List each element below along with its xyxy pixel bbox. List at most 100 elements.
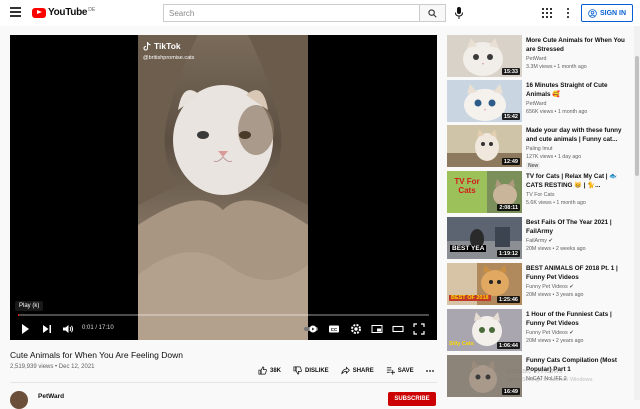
video-stats: 2,519,939 views • Dec 12, 2021 bbox=[10, 364, 95, 370]
sign-in-button[interactable]: SIGN IN bbox=[581, 4, 633, 22]
save-label: SAVE bbox=[398, 368, 414, 374]
recommendation-channel[interactable]: Paling Imut bbox=[526, 146, 553, 152]
recommendation-channel[interactable]: TV For Cats bbox=[526, 192, 555, 198]
video-thumbnail[interactable]: TV For Cats 2:08:11 bbox=[447, 171, 522, 213]
video-duration: 1:19:12 bbox=[497, 250, 520, 257]
logo-text: YouTube bbox=[48, 7, 87, 18]
play-icon[interactable] bbox=[20, 323, 30, 335]
verified-icon: ✔ bbox=[548, 238, 552, 244]
more-actions-icon[interactable] bbox=[426, 369, 434, 373]
recommendation-channel[interactable]: FailArmy ✔ bbox=[526, 238, 553, 244]
hamburger-menu-icon[interactable] bbox=[10, 7, 21, 17]
action-bar: 38K DISLIKE SHARE SAVE bbox=[258, 366, 434, 375]
settings-gear-icon[interactable] bbox=[350, 323, 362, 335]
tiktok-handle: @britishpromise.cats bbox=[143, 55, 194, 61]
recommendation-title[interactable]: More Cute Animals for When You are Stres… bbox=[526, 36, 630, 54]
miniplayer-icon[interactable] bbox=[371, 323, 383, 335]
search-icon bbox=[428, 9, 437, 18]
recommendation-title[interactable]: TV for Cats | Relax My Cat | 🐟CATS RESTI… bbox=[526, 172, 630, 190]
dislike-button[interactable]: DISLIKE bbox=[293, 366, 329, 375]
recommendation-title[interactable]: Made your day with these funny and cute … bbox=[526, 126, 630, 144]
recommendation-item[interactable]: 15:33 More Cute Animals for When You are… bbox=[447, 35, 632, 79]
recommendation-meta: 127K views • 1 day ago bbox=[526, 154, 581, 160]
sign-in-label: SIGN IN bbox=[600, 10, 626, 17]
video-player[interactable]: TikTok @britishpromise.cats Play (k) 0:0… bbox=[10, 35, 437, 340]
recommendation-title[interactable]: 16 Minutes Straight of Cute Animals 🥰 bbox=[526, 81, 630, 99]
time-display: 0:01 / 17:10 bbox=[82, 325, 114, 331]
video-duration: 2:08:11 bbox=[497, 204, 520, 211]
video-thumbnail[interactable]: BEST OF 2018 1:25:46 bbox=[447, 263, 522, 305]
tiktok-icon bbox=[143, 42, 151, 51]
recommendation-title[interactable]: 1 Hour of the Funniest Cats | Funny Pet … bbox=[526, 310, 630, 328]
country-code: DE bbox=[88, 7, 95, 13]
recommendation-item[interactable]: 15:42 16 Minutes Straight of Cute Animal… bbox=[447, 80, 632, 124]
recommendation-title[interactable]: BEST ANIMALS OF 2018 Pt. 1 | Funny Pet V… bbox=[526, 264, 630, 282]
video-duration: 12:49 bbox=[502, 158, 520, 165]
scrollbar-thumb[interactable] bbox=[635, 56, 639, 176]
video-duration: 16:49 bbox=[502, 388, 520, 395]
recommendation-item[interactable]: BEST OF 2018 1:25:46 BEST ANIMALS OF 201… bbox=[447, 263, 632, 307]
recommendation-meta: 20M views • 2 years ago bbox=[526, 338, 584, 344]
player-controls: 0:01 / 17:10 CC bbox=[10, 318, 437, 340]
video-duration: 1:25:46 bbox=[497, 296, 520, 303]
verified-icon: ✔ bbox=[569, 284, 573, 290]
next-icon[interactable] bbox=[42, 323, 52, 335]
recommendation-meta: 20M views • 3 years ago bbox=[526, 292, 584, 298]
subtitles-icon[interactable]: CC bbox=[328, 323, 340, 335]
volume-icon[interactable] bbox=[62, 323, 74, 335]
new-badge: New bbox=[526, 162, 540, 169]
share-icon bbox=[341, 366, 350, 375]
like-button[interactable]: 38K bbox=[258, 366, 281, 375]
search-button[interactable] bbox=[419, 5, 445, 21]
thumbnail-label: BEST YEA bbox=[450, 245, 486, 252]
video-duration: 15:33 bbox=[502, 68, 520, 75]
channel-avatar[interactable] bbox=[10, 391, 28, 409]
share-button[interactable]: SHARE bbox=[341, 366, 374, 375]
fullscreen-icon[interactable] bbox=[413, 323, 425, 335]
theater-mode-icon[interactable] bbox=[392, 323, 404, 335]
recommendation-channel[interactable]: Funny Pet Videos ✔ bbox=[526, 330, 574, 336]
recommendation-meta: 5.6K views • 1 month ago bbox=[526, 200, 586, 206]
thumbs-up-icon bbox=[258, 366, 267, 375]
video-thumbnail[interactable]: BEST YEA 1:19:12 bbox=[447, 217, 522, 259]
autoplay-toggle-icon[interactable] bbox=[303, 323, 319, 335]
recommendation-channel[interactable]: PetWard bbox=[526, 101, 546, 107]
progress-bar[interactable] bbox=[18, 314, 429, 316]
info-divider bbox=[10, 382, 437, 383]
recommendation-item[interactable]: TV For Cats 2:08:11 TV for Cats | Relax … bbox=[447, 171, 632, 215]
more-options-icon[interactable] bbox=[566, 7, 570, 19]
video-duration: 1:06:44 bbox=[497, 342, 520, 349]
youtube-logo[interactable]: YouTube DE bbox=[32, 7, 95, 18]
playlist-add-icon bbox=[386, 366, 395, 375]
page-scrollbar[interactable] bbox=[634, 26, 640, 400]
recommendation-channel[interactable]: Funny Pet Videos ✔ bbox=[526, 284, 574, 290]
video-thumbnail[interactable]: 12:49 bbox=[447, 125, 522, 167]
microphone-icon[interactable] bbox=[454, 6, 464, 20]
video-thumbnail[interactable]: 15:42 bbox=[447, 80, 522, 122]
thumbnail-label: BEST OF 2018 bbox=[449, 295, 491, 301]
recommendation-title[interactable]: Best Fails Of The Year 2021 | FailArmy bbox=[526, 218, 630, 236]
account-icon bbox=[588, 9, 597, 18]
top-bar: YouTube DE SIGN IN bbox=[0, 0, 640, 26]
svg-text:CC: CC bbox=[331, 327, 338, 332]
subscribe-button[interactable]: SUBSCRIBE bbox=[388, 392, 436, 406]
video-thumbnail[interactable]: Silly Cats 1:06:44 bbox=[447, 309, 522, 351]
video-thumbnail[interactable]: 15:33 bbox=[447, 35, 522, 77]
search-input[interactable] bbox=[164, 5, 419, 21]
recommendation-item[interactable]: 12:49 Made your day with these funny and… bbox=[447, 125, 632, 169]
apps-grid-icon[interactable] bbox=[542, 8, 552, 18]
windows-activation-watermark: Activate Windows Go to Settings to activ… bbox=[507, 367, 594, 385]
recommendation-item[interactable]: BEST YEA 1:19:12 Best Fails Of The Year … bbox=[447, 217, 632, 261]
share-label: SHARE bbox=[353, 368, 374, 374]
recommendation-channel[interactable]: PetWard bbox=[526, 56, 546, 62]
channel-name[interactable]: PetWard bbox=[38, 393, 64, 400]
verified-icon: ✔ bbox=[569, 330, 573, 336]
recommendation-item[interactable]: Silly Cats 1:06:44 1 Hour of the Funnies… bbox=[447, 309, 632, 353]
save-button[interactable]: SAVE bbox=[386, 366, 414, 375]
tiktok-watermark: TikTok bbox=[143, 41, 181, 51]
video-title: Cute Animals for When You Are Feeling Do… bbox=[10, 350, 183, 360]
play-tooltip: Play (k) bbox=[15, 301, 43, 311]
video-frame: TikTok @britishpromise.cats bbox=[138, 35, 308, 340]
dislike-label: DISLIKE bbox=[305, 368, 329, 374]
cat-video-frame bbox=[138, 35, 308, 340]
